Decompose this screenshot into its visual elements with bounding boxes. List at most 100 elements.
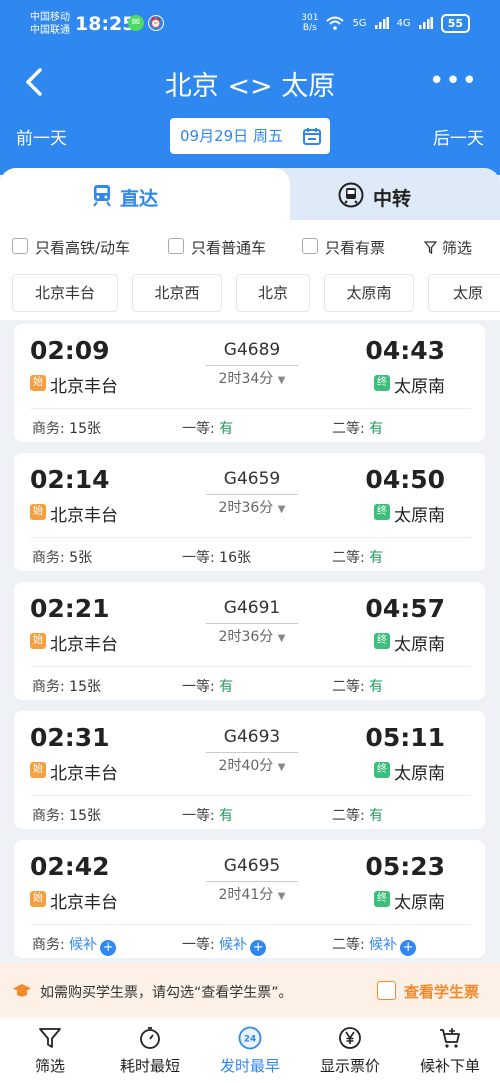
- seat-availability[interactable]: 一等: 候补 +: [182, 934, 267, 956]
- normal-train-only-label[interactable]: 只看普通车: [191, 237, 266, 258]
- duration-dropdown[interactable]: 2时34分 ▼: [206, 368, 298, 388]
- card-divider: [30, 924, 471, 925]
- seat-class-label: 二等:: [332, 808, 365, 824]
- departure-time: 02:42: [30, 852, 110, 881]
- end-station-badge: 终: [374, 762, 390, 778]
- seat-availability[interactable]: 商务: 候补 +: [32, 934, 117, 956]
- train-list: 02:09 G4689 2时34分 ▼ 04:43 始北京丰台终太原南 商务: 15张 一等…: [0, 320, 500, 963]
- seat-availability: 一等: 有: [182, 805, 233, 825]
- train-divider: [206, 623, 298, 624]
- seat-class-label: 商务:: [32, 421, 65, 437]
- duration-dropdown[interactable]: 2时36分 ▼: [206, 626, 298, 646]
- station-chip[interactable]: 北京西: [132, 274, 222, 312]
- net-speed: 301 B/s: [301, 13, 319, 33]
- seat-availability[interactable]: 二等: 候补 +: [332, 934, 417, 956]
- train-card[interactable]: 02:42 G4695 2时41分 ▼ 05:23 始北京丰台终太原南 商务: 候补 + 一等…: [14, 840, 485, 958]
- normal-train-only-checkbox[interactable]: [168, 238, 184, 254]
- bottom-toolbar: 筛选 耗时最短 24 发时最早 显示票价 候补下单: [0, 1018, 500, 1083]
- duration-dropdown[interactable]: 2时40分 ▼: [206, 755, 298, 775]
- train-icon: [93, 185, 111, 207]
- nav-earliest-departure[interactable]: 24 发时最早: [200, 1018, 300, 1083]
- arrival-station: 太原南: [394, 635, 445, 655]
- station-chip[interactable]: 太原: [428, 274, 500, 312]
- add-waitlist-icon[interactable]: +: [100, 940, 117, 956]
- carrier-info: 中国移动 中国联通: [30, 11, 70, 37]
- add-waitlist-icon[interactable]: +: [400, 940, 417, 956]
- seat-class-label: 一等:: [182, 808, 215, 824]
- end-station-badge: 终: [374, 891, 390, 907]
- duration-value: 2时41分: [218, 887, 274, 903]
- high-speed-only-label[interactable]: 只看高铁/动车: [35, 237, 130, 258]
- start-station-badge: 始: [30, 504, 46, 520]
- wifi-icon: [326, 16, 345, 30]
- page-title: 北京 <> 太原: [164, 71, 336, 102]
- available-only-label[interactable]: 只看有票: [325, 237, 385, 258]
- status-right: 301 B/s 5G 4G 55: [301, 13, 470, 33]
- high-speed-only-checkbox[interactable]: [12, 238, 28, 254]
- notice-text: 如需购买学生票，请勾选“查看学生票”。: [40, 985, 293, 1001]
- departure-time: 02:21: [30, 594, 110, 623]
- transfer-train-icon: [338, 182, 364, 208]
- seat-value: 15张: [69, 808, 101, 824]
- stopwatch-icon: [140, 1027, 160, 1049]
- duration-value: 2时34分: [218, 371, 274, 387]
- seat-availability: 商务: 15张: [32, 676, 101, 696]
- train-card[interactable]: 02:09 G4689 2时34分 ▼ 04:43 始北京丰台 终太原南 商务: 15张 一等…: [14, 324, 485, 442]
- more-options-icon[interactable]: •••: [429, 66, 478, 96]
- departure-station: 北京丰台: [50, 893, 118, 913]
- seat-value: 有: [219, 421, 234, 437]
- date-value: 09月29日 周五: [180, 127, 283, 145]
- train-divider: [206, 494, 298, 495]
- arrival-station: 太原南: [394, 506, 445, 526]
- next-day-button[interactable]: 后一天: [433, 124, 484, 149]
- clock-24-icon: 24: [238, 1026, 262, 1050]
- tab-direct[interactable]: 直达: [0, 168, 290, 220]
- seat-availability: 商务: 15张: [32, 418, 101, 438]
- seat-class-label: 商务:: [32, 808, 65, 824]
- student-ticket-notice: 如需购买学生票，请勾选“查看学生票”。 查看学生票: [0, 963, 500, 1018]
- student-ticket-checkbox[interactable]: [377, 981, 396, 1000]
- filter-icon: [39, 1028, 61, 1048]
- seat-availability: 一等: 有: [182, 418, 233, 438]
- card-divider: [30, 795, 471, 796]
- departure-station: 北京丰台: [50, 377, 118, 397]
- train-number: G4689: [223, 340, 281, 360]
- station-chip[interactable]: 太原南: [324, 274, 414, 312]
- alarm-icon: ⏰: [148, 15, 164, 31]
- train-number: G4691: [223, 598, 281, 618]
- train-card[interactable]: 02:31 G4693 2时40分 ▼ 05:11 始北京丰台 终太原南 商务: 15张 一等…: [14, 711, 485, 829]
- seat-value: 16张: [219, 550, 251, 566]
- card-divider: [30, 408, 471, 409]
- duration-dropdown[interactable]: 2时41分 ▼: [206, 884, 298, 904]
- seat-value: 15张: [69, 421, 101, 437]
- date-picker[interactable]: 09月29日 周五: [170, 118, 330, 154]
- station-chip[interactable]: 北京丰台: [12, 274, 118, 312]
- seat-availability: 一等: 16张: [182, 547, 251, 567]
- filter-button[interactable]: 筛选: [423, 237, 472, 258]
- duration-dropdown[interactable]: 2时36分 ▼: [206, 497, 298, 517]
- available-only-checkbox[interactable]: [302, 238, 318, 254]
- nav-shortest-duration-label: 耗时最短: [119, 1057, 180, 1075]
- nav-shortest-duration[interactable]: 耗时最短: [100, 1018, 200, 1083]
- chevron-down-icon: ▼: [277, 504, 286, 515]
- cart-icon: [440, 1028, 460, 1048]
- station-chip[interactable]: 北京: [236, 274, 310, 312]
- add-waitlist-icon[interactable]: +: [250, 940, 267, 956]
- nav-show-price[interactable]: 显示票价: [300, 1018, 400, 1083]
- student-ticket-label[interactable]: 查看学生票: [404, 981, 479, 1002]
- train-card[interactable]: 02:21 G4691 2时36分 ▼ 04:57 始北京丰台 终太原南 商务: 15张 一等…: [14, 582, 485, 700]
- start-station-badge: 始: [30, 891, 46, 907]
- seat-class-label: 一等:: [182, 937, 215, 953]
- seat-value: 有: [369, 679, 384, 695]
- train-card[interactable]: 02:14 G4659 2时36分 ▼ 04:50 始北京丰台 终太原南 商务: 5张 一等:…: [14, 453, 485, 571]
- start-station-badge: 始: [30, 762, 46, 778]
- chevron-down-icon: ▼: [277, 375, 286, 386]
- duration-value: 2时36分: [218, 629, 274, 645]
- prev-day-button[interactable]: 前一天: [16, 124, 67, 149]
- arrival-time: 05:11: [365, 723, 445, 752]
- seat-value: 有: [219, 808, 234, 824]
- nav-waitlist-order[interactable]: 候补下单: [400, 1018, 500, 1083]
- nav-filter[interactable]: 筛选: [0, 1018, 100, 1083]
- seat-availability: 二等: 有: [332, 547, 383, 567]
- station-chips: 北京丰台 北京西 北京 太原南 太原: [0, 270, 500, 320]
